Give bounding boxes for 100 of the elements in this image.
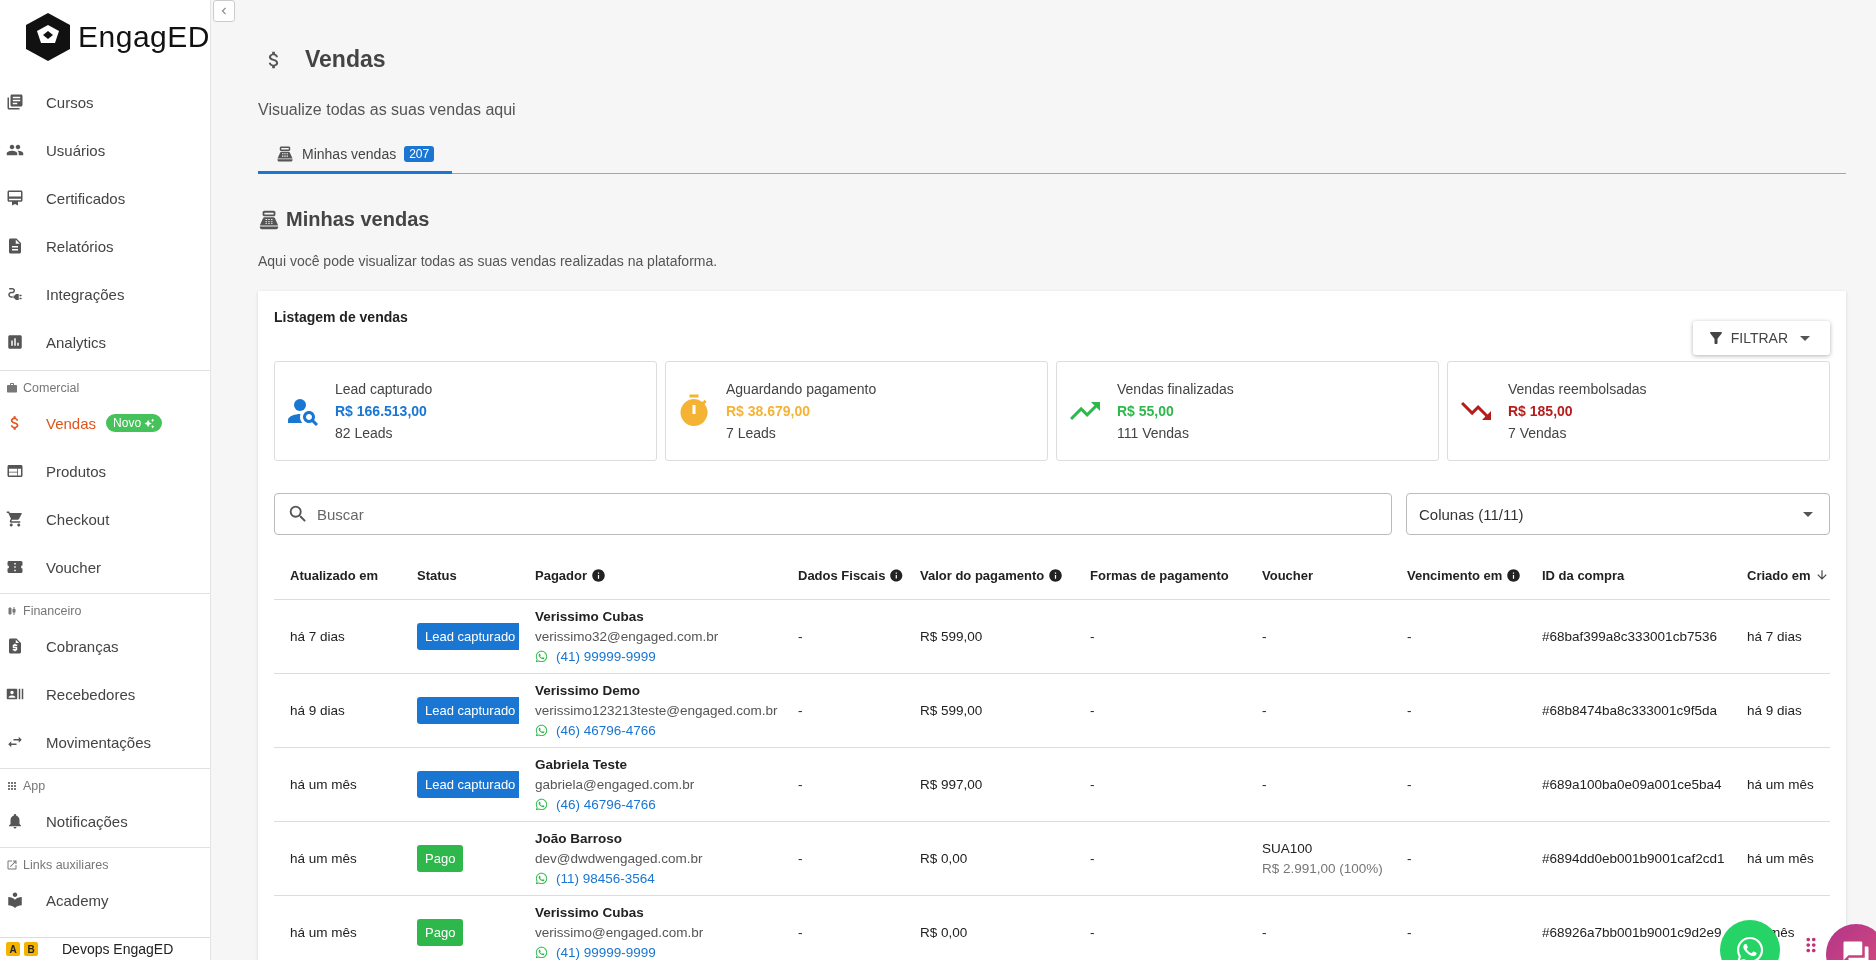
table-cell-text: - (798, 851, 804, 866)
payer-name: João Barroso (535, 831, 624, 846)
table-cell-text: há um mês (290, 925, 358, 940)
table-cell-text: - (1090, 703, 1096, 718)
voucher-detail: R$ 2.991,00 (100%) (1262, 861, 1384, 876)
table-cell-text: R$ 599,00 (920, 703, 984, 718)
menu-icon (6, 189, 24, 207)
menu-icon (6, 462, 24, 480)
table-cell-text: - (1090, 629, 1096, 644)
page-title: Vendas (305, 46, 386, 73)
column-header: Status (401, 551, 519, 600)
sidebar-item[interactable]: Usuários (0, 126, 210, 174)
table-cell-text: - (1407, 703, 1413, 718)
column-header: Atualizado em (274, 551, 401, 600)
menu-icon (6, 891, 24, 909)
sidebar-item[interactable]: Voucher (0, 543, 210, 591)
section-icon (6, 780, 18, 792)
count-badge: 207 (404, 146, 435, 162)
environment-badge: B (24, 942, 38, 956)
stat-amount: R$ 55,00 (1117, 403, 1175, 419)
stat-label: Aguardando pagamento (726, 381, 877, 397)
column-header: Formas de pagamento (1074, 551, 1246, 600)
filter-button[interactable]: FILTRAR (1692, 321, 1830, 355)
sidebar-item[interactable]: Recebedores (0, 670, 210, 718)
info-icon (1506, 567, 1522, 583)
table-cell-text: - (1090, 777, 1096, 792)
table-cell-text: - (1407, 629, 1413, 644)
section-label: Comercial (0, 377, 210, 399)
payer-name: Verissimo Demo (535, 683, 642, 698)
search-icon (287, 503, 309, 525)
table-cell-text: - (1407, 925, 1413, 940)
payer-email: verissimo123213teste@engaged.com.br (535, 703, 779, 718)
columns-select[interactable]: Colunas (11/11) (1406, 493, 1830, 535)
stat-count: 7 Leads (726, 425, 777, 441)
caret-icon (1803, 511, 1813, 517)
menu-icon (6, 333, 24, 351)
payer-name: Verissimo Cubas (535, 905, 645, 920)
whatsapp-icon (535, 650, 548, 663)
column-header: Voucher (1246, 551, 1391, 600)
table-cell-text: #68b8474ba8c333001c9f5da (1542, 703, 1718, 718)
table-cell-text: R$ 599,00 (920, 629, 984, 644)
logo-text: EngagED (78, 20, 210, 54)
sidebar-item[interactable]: Certificados (0, 174, 210, 222)
sidebar-item[interactable]: Cursos (0, 78, 210, 126)
menu-icon (6, 510, 24, 528)
payer-email: gabriela@engaged.com.br (535, 777, 696, 792)
menu-icon (6, 285, 24, 303)
table-cell-text: - (798, 777, 804, 792)
section-icon (6, 859, 18, 871)
environment-badge: A (6, 942, 20, 956)
sidebar-item[interactable]: Produtos (0, 447, 210, 495)
status-chip: Lead capturado (417, 771, 519, 798)
status-chip: Pago (417, 845, 464, 872)
whatsapp-icon (535, 872, 548, 885)
phone-link[interactable]: (11) 98456-3564 (535, 871, 782, 886)
new-badge: Novo (106, 414, 163, 432)
table-cell-text: #689a100ba0e09a001ce5ba4 (1542, 777, 1723, 792)
table-cell-text: há 9 dias (1747, 703, 1803, 718)
sidebar-item[interactable]: Movimentações (0, 718, 210, 766)
column-header: Vencimento em (1391, 551, 1526, 600)
table-cell-text: há 9 dias (290, 703, 346, 718)
section-label: Financeiro (0, 600, 210, 622)
sidebar-item[interactable]: Integrações (0, 270, 210, 318)
sidebar-item[interactable]: Checkout (0, 495, 210, 543)
stat-label: Vendas finalizadas (1117, 381, 1234, 397)
table-cell-text: - (1407, 777, 1413, 792)
stat-count: 7 Vendas (1508, 425, 1568, 441)
logo-icon (26, 13, 70, 61)
sidebar-item[interactable]: Cobranças (0, 622, 210, 670)
table-cell-text: - (1407, 851, 1413, 866)
phone-link[interactable]: (41) 99999-9999 (535, 945, 782, 960)
table-cell-text: há 7 dias (290, 629, 346, 644)
column-header[interactable]: Criado em (1731, 551, 1830, 600)
sidebar-item[interactable]: Vendas Novo (0, 399, 210, 447)
whatsapp-icon (535, 798, 548, 811)
phone-link[interactable]: (46) 46796-4766 (535, 723, 782, 738)
phone-link[interactable]: (41) 99999-9999 (535, 649, 782, 664)
phone-link[interactable]: (46) 46796-4766 (535, 797, 782, 812)
payer-email: verissimo@engaged.com.br (535, 925, 705, 940)
section-icon (6, 605, 18, 617)
sidebar-item[interactable]: Academy (0, 876, 210, 924)
environment-label: Devops EngagED (62, 941, 174, 957)
payer-email: dev@dwdwengaged.com.br (535, 851, 704, 866)
stat-amount: R$ 185,00 (1508, 403, 1574, 419)
stat-count: 82 Leads (335, 425, 394, 441)
whatsapp-icon (535, 724, 548, 737)
info-icon (591, 567, 606, 583)
section-label: App (0, 775, 210, 797)
tab[interactable]: Minhas vendas 207 (258, 137, 453, 174)
sidebar-item[interactable]: Analytics (0, 318, 210, 366)
table-cell-text: há um mês (290, 777, 358, 792)
stat-count: 111 Vendas (1117, 425, 1190, 441)
sidebar-item[interactable]: Notificações (0, 797, 210, 845)
status-chip: Lead capturado (417, 697, 519, 724)
table-cell-text: #68baf399a8c333001cb7536 (1542, 629, 1718, 644)
sidebar-item[interactable]: Relatórios (0, 222, 210, 270)
table-cell-text: - (1090, 925, 1096, 940)
whatsapp-icon (535, 946, 548, 959)
table-cell-text: - (1262, 777, 1268, 792)
table-cell-text: há 7 dias (1747, 629, 1803, 644)
